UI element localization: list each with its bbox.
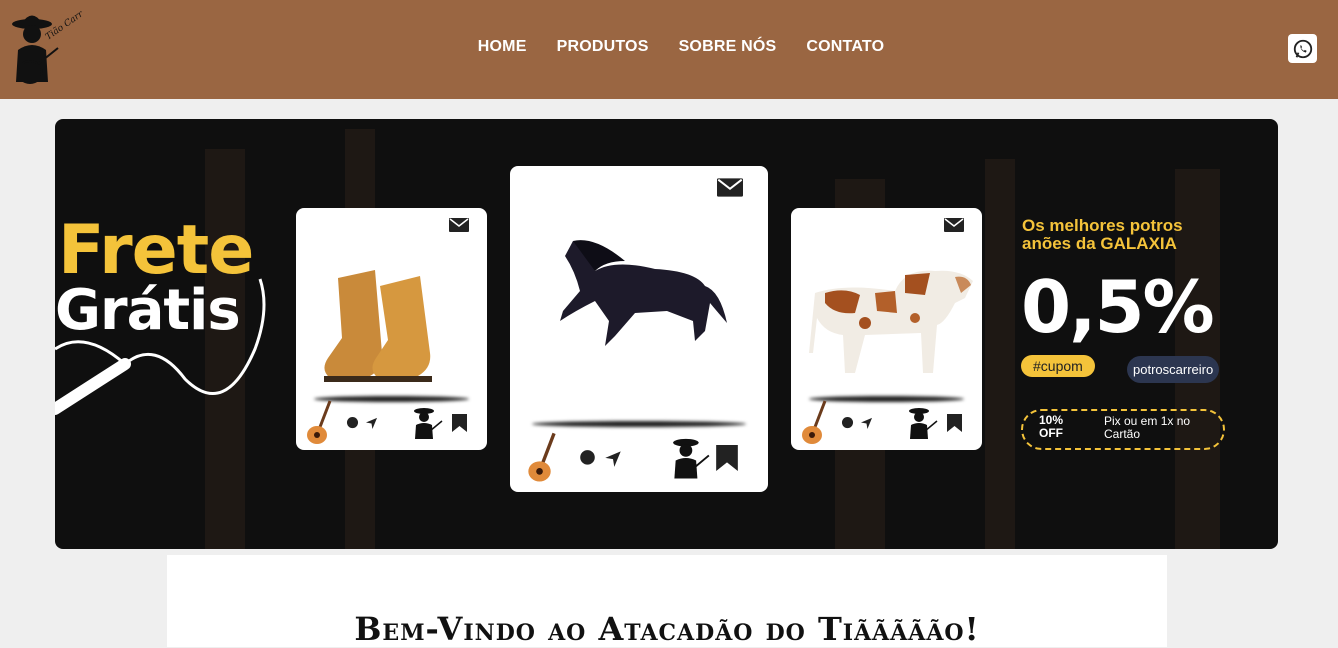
send-icon[interactable] [860,417,873,429]
promo-title-line-2: anões da GALAXIA [1022,234,1177,253]
coupon-code[interactable]: potroscarreiro [1127,356,1220,383]
payment-offer: 10% OFF Pix ou em 1x no Cartão [1021,409,1225,450]
cupom-badge: #cupom [1021,355,1095,377]
welcome-section: Bem-Vindo ao Atacadão do Tiããããão! [167,555,1167,648]
product-card-cow[interactable] [791,208,982,450]
mail-icon[interactable] [449,218,469,232]
guitar-icon [307,400,332,444]
product-card-boots[interactable] [296,208,487,450]
comment-icon[interactable] [579,450,596,466]
bookmark-icon[interactable] [947,414,962,432]
nav-sobre[interactable]: SOBRE NÓS [679,38,777,56]
mail-icon[interactable] [717,178,743,197]
nav-contato[interactable]: CONTATO [806,38,884,56]
off-label: 10% OFF [1039,414,1063,440]
site-header: Tião Carreiro HOME PRODUTOS SOBRE NÓS CO… [0,0,1338,99]
comment-icon[interactable] [346,417,359,429]
discount-value: 0,5% [1021,265,1215,349]
promo-title: Os melhores potros anões da GALAXIA [1022,217,1183,253]
off-line-2: OFF [1039,426,1063,440]
promo-banner[interactable]: Frete Grátis Os melhores potros anões da… [55,119,1278,549]
main-nav: HOME PRODUTOS SOBRE NÓS CONTATO [0,38,1338,56]
logo-icon [673,438,710,479]
guitar-icon [528,432,556,482]
pix-line-2: Cartão [1104,427,1141,441]
boots-image [324,270,432,382]
horse-image [560,240,727,346]
logo-icon [909,408,938,439]
comment-icon[interactable] [841,417,854,429]
send-icon[interactable] [365,417,378,429]
nav-produtos[interactable]: PRODUTOS [557,38,649,56]
product-card-horse[interactable] [510,166,768,492]
cow-image [809,270,973,373]
welcome-title: Bem-Vindo ao Atacadão do Tiããããão! [354,610,980,648]
whip-graphic [55,278,266,415]
bookmark-icon[interactable] [452,414,467,432]
send-icon[interactable] [604,450,622,467]
logo-icon [414,408,443,439]
pix-text: Pix ou em 1x no Cartão [1104,415,1214,441]
bookmark-icon[interactable] [716,445,738,471]
promo-title-line-1: Os melhores potros [1022,216,1183,235]
mail-icon[interactable] [944,218,964,232]
guitar-icon [802,400,827,444]
nav-home[interactable]: HOME [478,38,527,56]
whatsapp-icon [1293,39,1312,58]
whatsapp-button[interactable] [1288,34,1317,63]
